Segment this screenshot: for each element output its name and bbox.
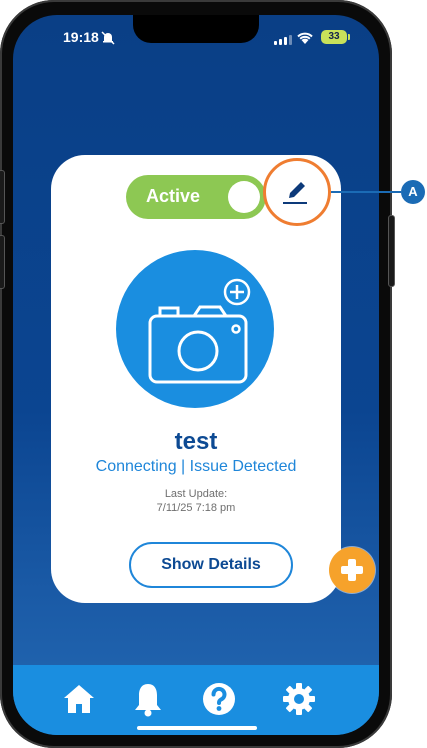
callout-badge: A [401, 180, 425, 204]
device-status: Connecting | Issue Detected [95, 458, 297, 475]
last-update-value: 7/11/25 7:18 pm [156, 502, 236, 514]
help-icon[interactable] [201, 681, 237, 717]
home-icon[interactable] [61, 681, 97, 717]
toggle-label: Active [146, 186, 201, 206]
wifi-icon [297, 32, 313, 44]
side-button-left [0, 170, 5, 224]
callout-line [331, 191, 401, 193]
last-update: Last Update: 7/11/25 7:18 pm [51, 487, 341, 515]
last-update-label: Last Update: [164, 488, 228, 500]
status-time: 19:18 [63, 29, 99, 45]
toggle-knob [228, 181, 260, 213]
phone-frame: 19:18 33 Active test Connecting | Issue … [0, 0, 395, 748]
show-details-button[interactable]: Show Details [129, 542, 293, 588]
home-indicator [137, 726, 257, 730]
bottom-tab-bar [13, 665, 379, 735]
device-photo-button[interactable] [116, 250, 274, 408]
gear-icon[interactable] [281, 681, 317, 717]
add-device-button[interactable] [329, 547, 375, 593]
plus-icon [341, 559, 363, 581]
notch [133, 15, 259, 43]
camera-add-icon [148, 278, 251, 384]
active-toggle[interactable]: Active [126, 175, 266, 219]
battery-tip [348, 34, 350, 40]
app-screen: 19:18 33 Active test Connecting | Issue … [13, 15, 379, 735]
side-button-right [388, 215, 395, 287]
side-button-left-2 [0, 235, 5, 289]
battery-indicator: 33 [321, 30, 347, 44]
signal-icon [274, 35, 292, 45]
bell-icon[interactable] [130, 681, 166, 717]
callout-highlight [263, 158, 331, 226]
device-name: test [174, 428, 218, 455]
bell-off-icon [101, 31, 115, 45]
